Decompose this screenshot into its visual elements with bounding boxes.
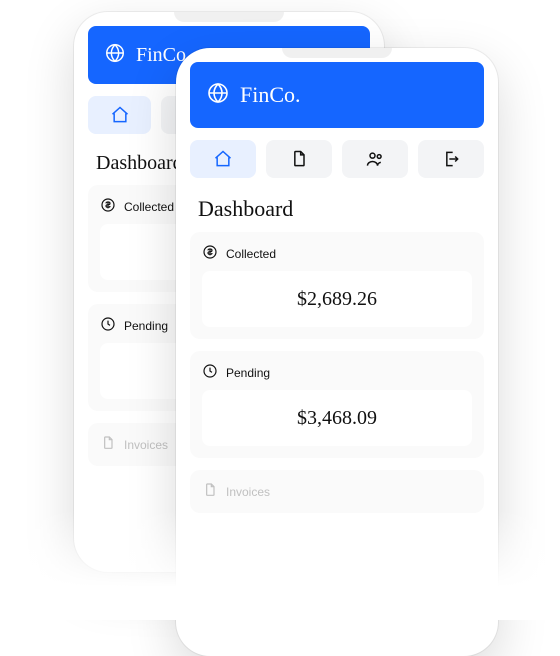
people-icon: [365, 149, 385, 169]
card-label: Pending: [226, 366, 270, 380]
card-value: $3,468.09: [202, 390, 472, 446]
card-label: Collected: [226, 247, 276, 261]
card-label: Invoices: [124, 438, 168, 452]
card-label: Invoices: [226, 485, 270, 499]
signout-icon: [441, 149, 461, 169]
home-icon: [110, 105, 130, 125]
globe-icon: [206, 81, 230, 110]
card-label: Collected: [124, 200, 174, 214]
phone-notch: [174, 12, 284, 22]
nav-signout[interactable]: [418, 140, 484, 178]
card-value: $2,689.26: [202, 271, 472, 327]
nav-customers[interactable]: [342, 140, 408, 178]
brand-title: FinCo.: [240, 82, 301, 108]
card-collected: Collected $2,689.26: [190, 232, 484, 339]
nav-home[interactable]: [88, 96, 151, 134]
dollar-icon: [202, 244, 218, 263]
documents-icon: [289, 149, 309, 169]
phone-notch: [282, 48, 392, 58]
nav-home[interactable]: [190, 140, 256, 178]
documents-icon: [202, 482, 218, 501]
dollar-icon: [100, 197, 116, 216]
nav-row: [176, 128, 498, 178]
card-invoices: Invoices: [190, 470, 484, 513]
card-pending: Pending $3,468.09: [190, 351, 484, 458]
home-icon: [213, 149, 233, 169]
card-label: Pending: [124, 319, 168, 333]
app-header: FinCo.: [190, 62, 484, 128]
clock-icon: [202, 363, 218, 382]
globe-icon: [104, 42, 126, 69]
clock-icon: [100, 316, 116, 335]
page-title: Dashboard: [176, 178, 498, 232]
documents-icon: [100, 435, 116, 454]
phone-mockup-front: FinCo.: [176, 48, 498, 656]
nav-invoices[interactable]: [266, 140, 332, 178]
